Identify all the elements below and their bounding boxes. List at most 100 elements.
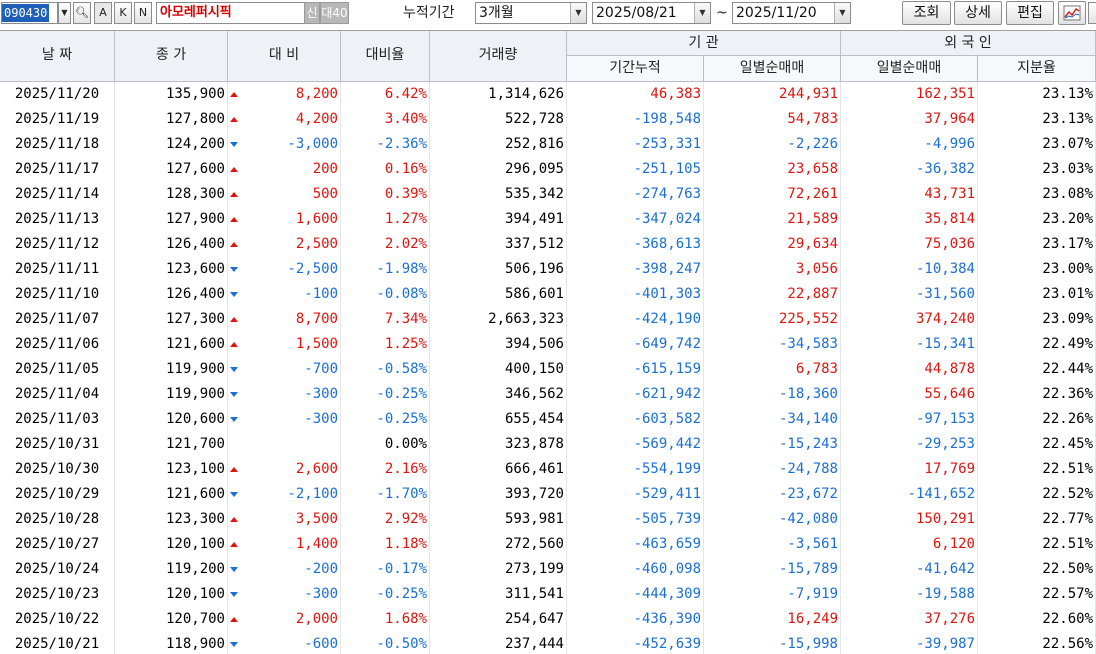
end-date-input[interactable]: 2025/11/20 ▼ (732, 2, 851, 24)
cell-foreign-daily-text: -41,642 (915, 561, 975, 577)
cell-foreign-daily-text: 55,646 (924, 386, 975, 402)
table-row[interactable]: 2025/11/03 120,600 -300 -0.25% 655,454 -603,5… (0, 407, 1096, 432)
cell-inst-cumulative-text: -253,331 (633, 136, 701, 152)
cell-close-text: 123,300 (165, 511, 225, 527)
cell-foreign-share-text: 23.07% (1042, 136, 1093, 152)
toolbar-overflow[interactable] (1088, 2, 1096, 24)
cell-date: 2025/10/31 (0, 432, 115, 457)
cell-foreign-daily: 75,036 (841, 232, 978, 257)
edit-button[interactable]: 편집 (1006, 1, 1054, 25)
col-header-foreign-daily[interactable]: 일별순매매 (841, 56, 978, 82)
start-date-input[interactable]: 2025/08/21 ▼ (592, 2, 711, 24)
cell-change-rate: 1.18% (341, 532, 430, 557)
cell-foreign-share: 23.13% (978, 107, 1096, 132)
table-row[interactable]: 2025/10/30 123,100 2,600 2.16% 666,461 -554,1… (0, 457, 1096, 482)
table-row[interactable]: 2025/10/22 120,700 2,000 1.68% 254,647 -436,3… (0, 607, 1096, 632)
table-row[interactable]: 2025/11/18 124,200 -3,000 -2.36% 252,816 -253… (0, 132, 1096, 157)
col-header-change-rate[interactable]: 대비율 (341, 31, 430, 82)
cell-volume-text: 535,342 (504, 186, 564, 202)
cell-inst-cumulative: -452,639 (567, 632, 704, 654)
cell-inst-daily: 244,931 (704, 82, 841, 107)
table-row[interactable]: 2025/11/07 127,300 8,700 7.34% 2,663,323 -424… (0, 307, 1096, 332)
cell-volume: 252,816 (430, 132, 567, 157)
cell-inst-cumulative: -274,763 (567, 182, 704, 207)
cell-foreign-daily-text: 37,276 (924, 611, 975, 627)
cell-foreign-daily: 6,120 (841, 532, 978, 557)
col-group-institution: 기 관 (567, 31, 841, 56)
table-row[interactable]: 2025/11/19 127,800 4,200 3.40% 522,728 -198,5… (0, 107, 1096, 132)
cell-volume: 666,461 (430, 457, 567, 482)
cell-volume: 254,647 (430, 607, 567, 632)
end-date-value: 2025/11/20 (736, 5, 817, 21)
table-row[interactable]: 2025/11/20 135,900 8,200 6.42% 1,314,626 46,3… (0, 82, 1096, 107)
cell-inst-cumulative: -569,442 (567, 432, 704, 457)
cell-foreign-daily: 162,351 (841, 82, 978, 107)
cell-change-rate-text: 0.00% (384, 436, 427, 452)
cell-foreign-share: 23.13% (978, 82, 1096, 107)
cell-inst-cumulative: 46,383 (567, 82, 704, 107)
col-header-close[interactable]: 종 가 (115, 31, 228, 82)
table-row[interactable]: 2025/10/23 120,100 -300 -0.25% 311,541 -444,3… (0, 582, 1096, 607)
stock-name: 아모레퍼시픽 (160, 5, 232, 20)
cell-inst-cumulative: -198,548 (567, 107, 704, 132)
cell-change-rate: 1.27% (341, 207, 430, 232)
cell-change: 8,700 (228, 307, 341, 332)
table-row[interactable]: 2025/11/17 127,600 200 0.16% 296,095 -251,105… (0, 157, 1096, 182)
cell-change-text: 200 (312, 161, 338, 177)
cell-date-text: 2025/11/13 (14, 211, 100, 227)
cell-inst-daily-text: 23,658 (787, 161, 838, 177)
cell-close: 127,300 (115, 307, 228, 332)
cell-foreign-share: 22.36% (978, 382, 1096, 407)
cell-close: 135,900 (115, 82, 228, 107)
cell-inst-cumulative-text: -569,442 (633, 436, 701, 452)
table-row[interactable]: 2025/11/13 127,900 1,600 1.27% 394,491 -347,0… (0, 207, 1096, 232)
col-header-inst-cumulative[interactable]: 기간누적 (567, 56, 704, 82)
cell-volume-text: 323,878 (504, 436, 564, 452)
cell-date: 2025/10/24 (0, 557, 115, 582)
table-row[interactable]: 2025/10/28 123,300 3,500 2.92% 593,981 -505,7… (0, 507, 1096, 532)
cell-volume: 394,491 (430, 207, 567, 232)
period-select[interactable]: 3개월 ▼ (475, 2, 587, 24)
cell-foreign-share-text: 23.13% (1042, 86, 1093, 102)
cell-close-text: 127,300 (165, 311, 225, 327)
cell-foreign-daily-text: -141,652 (907, 486, 975, 502)
search-icon[interactable]: 🔍︎ (73, 2, 91, 24)
query-button-label: 조회 (913, 5, 940, 21)
table-row[interactable]: 2025/10/27 120,100 1,400 1.18% 272,560 -463,6… (0, 532, 1096, 557)
code-dropdown-chevron-down-icon[interactable]: ▼ (58, 2, 71, 24)
table-row[interactable]: 2025/10/24 119,200 -200 -0.17% 273,199 -460,0… (0, 557, 1096, 582)
cell-date-text: 2025/10/31 (14, 436, 100, 452)
col-header-change[interactable]: 대 비 (228, 31, 341, 82)
up-triangle-icon (230, 342, 238, 347)
chart-button[interactable] (1058, 1, 1086, 25)
query-button[interactable]: 조회 (902, 1, 951, 25)
market-k-button[interactable]: K (114, 2, 132, 24)
table-row[interactable]: 2025/11/05 119,900 -700 -0.58% 400,150 -615,1… (0, 357, 1096, 382)
cell-date-text: 2025/11/19 (14, 111, 100, 127)
cell-foreign-daily: -29,253 (841, 432, 978, 457)
cell-date: 2025/10/27 (0, 532, 115, 557)
market-a-button[interactable]: A (94, 2, 112, 24)
down-triangle-icon (230, 142, 238, 147)
table-row[interactable]: 2025/11/04 119,900 -300 -0.25% 346,562 -621,9… (0, 382, 1096, 407)
table-row[interactable]: 2025/11/14 128,300 500 0.39% 535,342 -274,763… (0, 182, 1096, 207)
stock-code-input[interactable]: 090430 (1, 2, 58, 24)
col-header-inst-daily[interactable]: 일별순매매 (704, 56, 841, 82)
market-k-label: K (119, 6, 127, 19)
table-row[interactable]: 2025/11/11 123,600 -2,500 -1.98% 506,196 -398… (0, 257, 1096, 282)
cell-foreign-share-text: 23.03% (1042, 161, 1093, 177)
table-row[interactable]: 2025/10/21 118,900 -600 -0.50% 237,444 -452,6… (0, 632, 1096, 654)
col-header-date[interactable]: 날 짜 (0, 31, 115, 82)
table-row[interactable]: 2025/10/29 121,600 -2,100 -1.70% 393,720 -529… (0, 482, 1096, 507)
table-row[interactable]: 2025/11/10 126,400 -100 -0.08% 586,601 -401,3… (0, 282, 1096, 307)
table-row[interactable]: 2025/11/06 121,600 1,500 1.25% 394,506 -649,7… (0, 332, 1096, 357)
cell-inst-daily: 225,552 (704, 307, 841, 332)
table-row[interactable]: 2025/10/31 121,700 0.00% 323,878 -569,442 -15… (0, 432, 1096, 457)
table-row[interactable]: 2025/11/12 126,400 2,500 2.02% 337,512 -368,6… (0, 232, 1096, 257)
detail-button[interactable]: 상세 (954, 1, 1002, 25)
col-header-foreign-share[interactable]: 지분율 (978, 56, 1096, 82)
cell-date: 2025/10/28 (0, 507, 115, 532)
col-header-volume[interactable]: 거래량 (430, 31, 567, 82)
cell-inst-cumulative-text: -603,582 (633, 411, 701, 427)
market-n-button[interactable]: N (134, 2, 152, 24)
